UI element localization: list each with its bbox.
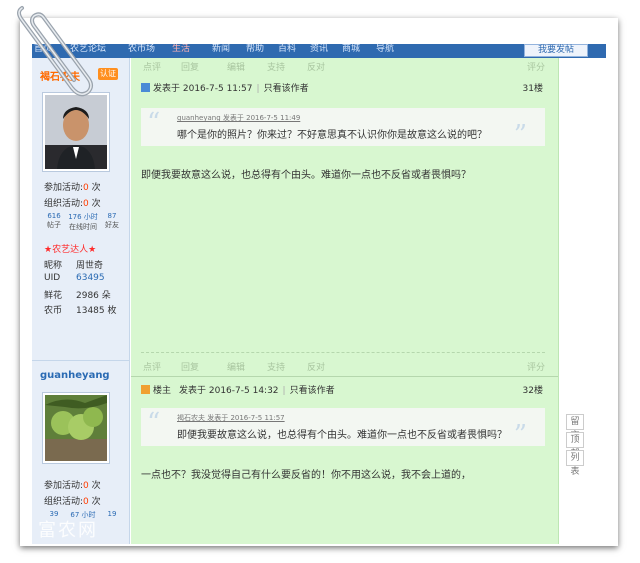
friends-count[interactable]: 87 好友 — [98, 212, 126, 230]
nav-item[interactable]: 生活 — [172, 44, 190, 54]
back-to-top-button[interactable]: 顶部 — [566, 432, 584, 459]
forum-viewport: 首页 农艺论坛 农市场 生活 新闻 帮助 百科 资讯 商城 导航 我要发帖 褐石… — [32, 44, 606, 544]
oppose-action[interactable]: 反对 — [307, 360, 325, 373]
open-quote-icon: “ — [147, 108, 161, 138]
user-title: ★农艺达人★ — [44, 245, 97, 255]
post-time: 发表于 2016-7-5 14:32 — [179, 386, 279, 396]
quote-block: “ 褐石农夫 发表于 2016-7-5 11:57 即便我要故意这么说，也总得有… — [141, 408, 545, 450]
flowers-row: 鲜花 2986 朵 — [44, 291, 111, 301]
author-only-link[interactable]: 只看该作者 — [290, 386, 335, 396]
nav-item[interactable]: 资讯 — [310, 44, 328, 54]
nav-item[interactable]: 百科 — [278, 44, 296, 54]
list-tool-button[interactable]: 列表 — [566, 450, 584, 477]
activity-organized: 组织活动:0 次 — [44, 199, 101, 209]
nav-item[interactable]: 新闻 — [212, 44, 230, 54]
edit-action[interactable]: 编辑 — [227, 360, 245, 373]
post-body: 一点也不？我没觉得自己有什么要反省的！你不用这么说，我不会上道的， — [141, 470, 471, 481]
watermark: 富农网 — [38, 520, 98, 541]
activity-organized: 组织活动:0 次 — [44, 497, 101, 507]
post-separator — [131, 376, 558, 377]
divider — [32, 360, 130, 361]
post-body: 即便我要故意这么说，也总得有个由头。难道你一点也不反省或者畏惧吗？ — [141, 170, 471, 181]
nickname-row: 昵称 周世奇 — [44, 261, 104, 271]
post-header: 楼主 发表于 2016-7-5 14:32 | 只看该作者 32楼 — [141, 384, 543, 398]
support-action[interactable]: 支持 — [267, 360, 285, 373]
avatar[interactable] — [42, 92, 110, 172]
quote-text: 哪个是你的照片？你来过？不好意思真不认识你你是故意这么说的吧？ — [177, 130, 487, 141]
user-sidebar: 褐石农夫 认证 参加活动:0 次 组织活动:0 次 616 帖子 176 小时 … — [32, 58, 130, 544]
nav-item[interactable]: 帮助 — [246, 44, 264, 54]
nav-item[interactable]: 导航 — [376, 44, 394, 54]
online-time[interactable]: 176 小时 在线时间 — [66, 212, 100, 232]
right-gutter — [558, 58, 606, 544]
post-new-button[interactable]: 我要发帖 — [524, 44, 588, 57]
close-quote-icon: ” — [513, 120, 527, 150]
divider — [141, 352, 545, 353]
avatar[interactable] — [42, 392, 110, 464]
reply-action[interactable]: 回复 — [181, 360, 199, 373]
post-icon — [141, 83, 150, 92]
top-navigation: 首页 农艺论坛 农市场 生活 新闻 帮助 百科 资讯 商城 导航 我要发帖 — [32, 44, 606, 58]
uid-row: UID 63495 — [44, 273, 105, 283]
post-time: 发表于 2016-7-5 11:57 — [153, 84, 253, 94]
comment-action[interactable]: 点评 — [143, 360, 161, 373]
quote-meta[interactable]: guanheyang 发表于 2016-7-5 11:49 — [177, 113, 300, 123]
comment-action[interactable]: 点评 — [143, 60, 161, 73]
posts-count[interactable]: 616 帖子 — [40, 212, 68, 230]
nav-item[interactable]: 农市场 — [128, 44, 155, 54]
support-action[interactable]: 支持 — [267, 60, 285, 73]
nav-item[interactable]: 商城 — [342, 44, 360, 54]
oppose-action[interactable]: 反对 — [307, 60, 325, 73]
open-quote-icon: “ — [147, 408, 161, 438]
quote-text: 即便我要故意这么说，也总得有个由头。难道你一点也不反省或者畏惧吗？ — [177, 430, 507, 441]
screenshot-frame: 首页 农艺论坛 农市场 生活 新闻 帮助 百科 资讯 商城 导航 我要发帖 褐石… — [20, 18, 618, 546]
post-list: 点评 回复 编辑 支持 反对 评分 发表于 2016-7-5 11:57 | 只看该… — [131, 58, 558, 544]
floor-number[interactable]: 31楼 — [523, 82, 543, 96]
floor-number[interactable]: 32楼 — [523, 384, 543, 398]
avatar-photo-icon — [45, 95, 107, 169]
paperclip-icon — [17, 6, 93, 97]
quote-meta[interactable]: 褐石农夫 发表于 2016-7-5 11:57 — [177, 413, 285, 423]
friends-count[interactable]: 19 — [98, 510, 126, 518]
rate-action[interactable]: 评分 — [527, 360, 545, 373]
op-label: 楼主 — [153, 386, 172, 396]
activity-joined: 参加活动:0 次 — [44, 183, 101, 193]
message-tool-button[interactable]: 留言 — [566, 414, 584, 441]
coins-row: 农币 13485 枚 — [44, 306, 117, 316]
author-icon — [141, 385, 150, 394]
activity-joined: 参加活动:0 次 — [44, 481, 101, 491]
quote-block: “ guanheyang 发表于 2016-7-5 11:49 哪个是你的照片？… — [141, 108, 545, 150]
username-link[interactable]: guanheyang — [40, 370, 110, 381]
edit-action[interactable]: 编辑 — [227, 60, 245, 73]
author-only-link[interactable]: 只看该作者 — [264, 84, 309, 94]
post-header: 发表于 2016-7-5 11:57 | 只看该作者 31楼 — [141, 82, 543, 96]
reply-action[interactable]: 回复 — [181, 60, 199, 73]
verified-badge: 认证 — [98, 68, 118, 80]
close-quote-icon: ” — [513, 420, 527, 450]
rate-action[interactable]: 评分 — [527, 60, 545, 73]
avatar-walnut-icon — [45, 395, 107, 461]
